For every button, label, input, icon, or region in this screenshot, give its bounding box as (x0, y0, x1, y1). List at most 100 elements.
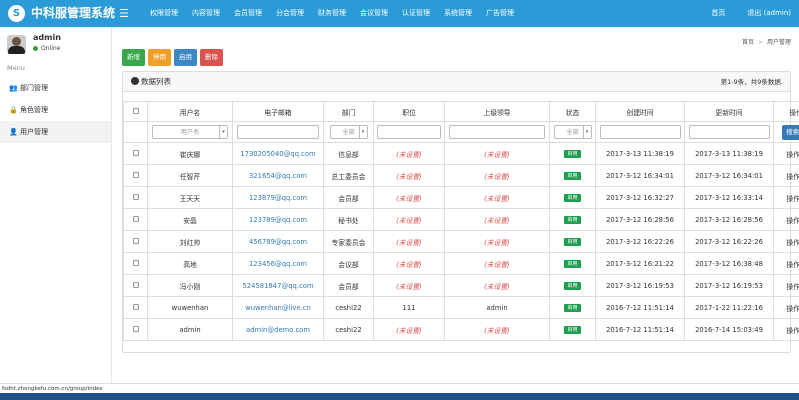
col-email[interactable]: 电子邮箱 (232, 101, 324, 122)
topnav-system[interactable]: 系统管理 (437, 0, 479, 27)
col-updated[interactable]: 更新时间 (684, 101, 774, 122)
status-badge: 启用 (564, 194, 581, 202)
filter-row: 用户名▾ 全部▾ 全部▾ 搜索栏 (123, 121, 799, 143)
row-checkbox[interactable] (132, 303, 139, 310)
header-row: 用户名 电子邮箱 部门 职位 上级领导 状态 创建时间 更新时间 操作 (123, 101, 799, 122)
col-status[interactable]: 状态 (549, 101, 596, 122)
col-username[interactable]: 用户名 (147, 101, 233, 122)
row-actions-dropdown[interactable]: 操作 ▾ (773, 208, 799, 231)
row-checkbox[interactable] (132, 259, 139, 266)
row-actions-dropdown[interactable]: 操作 ▾ (773, 318, 799, 341)
leader-filter-input[interactable] (449, 125, 545, 139)
row-actions-dropdown[interactable]: 操作 ▾ (773, 164, 799, 187)
cell-created: 2017-3-12 16:28:56 (595, 208, 685, 231)
col-leader[interactable]: 上级领导 (444, 101, 550, 122)
cell-email[interactable]: wuwenhan@live.cn (232, 296, 324, 319)
cell-position: (未设置) (373, 208, 445, 231)
topnav-ads[interactable]: 广告管理 (479, 0, 521, 27)
panel-header: 数据列表 第1-9条，共9条数据. (123, 72, 790, 92)
row-actions-dropdown[interactable]: 操作 ▾ (773, 230, 799, 253)
top-menu: 权限管理 内容管理 会员管理 分会管理 财务管理 会议管理 认证管理 系统管理 … (143, 0, 521, 27)
chevron-down-icon: ▾ (219, 126, 227, 138)
add-button[interactable]: 新增 (122, 49, 145, 66)
sidebar-username: admin (33, 33, 61, 42)
app-logo[interactable]: S 中科服管理系统 (8, 5, 115, 22)
action-toolbar: 新增 停用 启用 删除 (122, 49, 226, 66)
row-checkbox[interactable] (132, 171, 139, 178)
col-position[interactable]: 职位 (373, 101, 445, 122)
row-actions-dropdown[interactable]: 操作 ▾ (773, 142, 799, 165)
topnav-permission[interactable]: 权限管理 (143, 0, 185, 27)
top-navbar: S 中科服管理系统 ☰ 权限管理 内容管理 会员管理 分会管理 财务管理 会议管… (0, 0, 799, 27)
home-link[interactable]: 首页 (711, 0, 725, 27)
sidebar-item-users[interactable]: 👤 用户管理 (0, 121, 111, 143)
topnav-branches[interactable]: 分会管理 (269, 0, 311, 27)
topnav-content[interactable]: 内容管理 (185, 0, 227, 27)
row-checkbox[interactable] (132, 237, 139, 244)
status-badge: 启用 (564, 216, 581, 224)
sidebar-item-departments[interactable]: 👥 部门管理 (0, 77, 111, 99)
cell-dept: 信息部 (323, 142, 374, 165)
cell-email[interactable]: 524581847@qq.com (232, 274, 324, 297)
disable-button[interactable]: 停用 (148, 49, 171, 66)
cell-created: 2017-3-12 16:21:22 (595, 252, 685, 275)
row-checkbox[interactable] (132, 149, 139, 156)
breadcrumb-home[interactable]: 首页 (742, 39, 754, 46)
status-badge: 启用 (564, 150, 581, 158)
cell-email[interactable]: 321654@qq.com (232, 164, 324, 187)
status-badge: 启用 (564, 238, 581, 246)
table-row: wuwenhan wuwenhan@live.cn ceshi22 111 admin 启… (123, 296, 799, 319)
cell-username: 安晶 (147, 208, 233, 231)
status-badge: 启用 (564, 304, 581, 312)
select-all-checkbox[interactable] (132, 107, 139, 114)
topnav-certification[interactable]: 认证管理 (395, 0, 437, 27)
cell-dept: 会员部 (323, 186, 374, 209)
search-button[interactable]: 搜索栏 (782, 124, 799, 140)
updated-filter-input[interactable] (688, 125, 770, 139)
topnav-meetings[interactable]: 会议管理 (353, 0, 395, 27)
cell-username: 高地 (147, 252, 233, 275)
row-actions-dropdown[interactable]: 操作 ▾ (773, 186, 799, 209)
row-checkbox[interactable] (132, 193, 139, 200)
app-title: 中科服管理系统 (31, 6, 116, 20)
cell-updated: 2016-7-14 15:03:49 (684, 318, 774, 341)
cell-username: 崔庆娜 (147, 142, 233, 165)
row-checkbox[interactable] (132, 215, 139, 222)
cell-updated: 2017-3-12 16:19:53 (684, 274, 774, 297)
cell-created: 2016-7-12 11:51:14 (595, 318, 685, 341)
cell-leader: admin (444, 296, 550, 319)
table-row: 刘红帅 456789@qq.com 专家委员会 (未设置) (未设置) 启用 2017-3-… (123, 230, 799, 253)
cell-email[interactable]: admin@demo.com (232, 318, 324, 341)
cell-email[interactable]: 123456@qq.com (232, 252, 324, 275)
delete-button[interactable]: 删除 (200, 49, 223, 66)
position-filter-input[interactable] (377, 125, 441, 139)
status-badge: 启用 (564, 172, 581, 180)
topnav-members[interactable]: 会员管理 (227, 0, 269, 27)
created-filter-input[interactable] (599, 125, 681, 139)
row-actions-dropdown[interactable]: 操作 ▾ (773, 296, 799, 319)
cell-email[interactable]: 456789@qq.com (232, 230, 324, 253)
cell-email[interactable]: 123879@qq.com (232, 186, 324, 209)
row-checkbox[interactable] (132, 281, 139, 288)
sidebar-item-roles[interactable]: 🔒 角色管理 (0, 99, 111, 121)
avatar (7, 35, 26, 54)
table-row: 高地 123456@qq.com 会议部 (未设置) (未设置) 启用 2017-3-12 … (123, 252, 799, 275)
col-dept[interactable]: 部门 (323, 101, 374, 122)
username-filter-input[interactable]: 用户名 ▾ (152, 125, 228, 139)
menu-toggle-icon[interactable]: ☰ (119, 7, 129, 20)
cell-email[interactable]: 123789@qq.com (232, 208, 324, 231)
cell-email[interactable]: 1730205040@qq.com (232, 142, 324, 165)
email-filter-input[interactable] (237, 125, 319, 139)
dept-filter-select[interactable]: 全部 ▾ (329, 125, 368, 139)
cell-username: admin (147, 318, 233, 341)
row-actions-dropdown[interactable]: 操作 ▾ (773, 274, 799, 297)
topnav-finance[interactable]: 财务管理 (311, 0, 353, 27)
row-actions-dropdown[interactable]: 操作 ▾ (773, 252, 799, 275)
logout-link[interactable]: 退出 (admin) (747, 0, 791, 27)
status-filter-select[interactable]: 全部 ▾ (553, 125, 592, 139)
enable-button[interactable]: 启用 (174, 49, 197, 66)
cell-username: 王天天 (147, 186, 233, 209)
col-created[interactable]: 创建时间 (595, 101, 685, 122)
browser-status-url: fsdht.zhongkefu.com.cn/group/index (0, 383, 799, 393)
row-checkbox[interactable] (132, 325, 139, 332)
